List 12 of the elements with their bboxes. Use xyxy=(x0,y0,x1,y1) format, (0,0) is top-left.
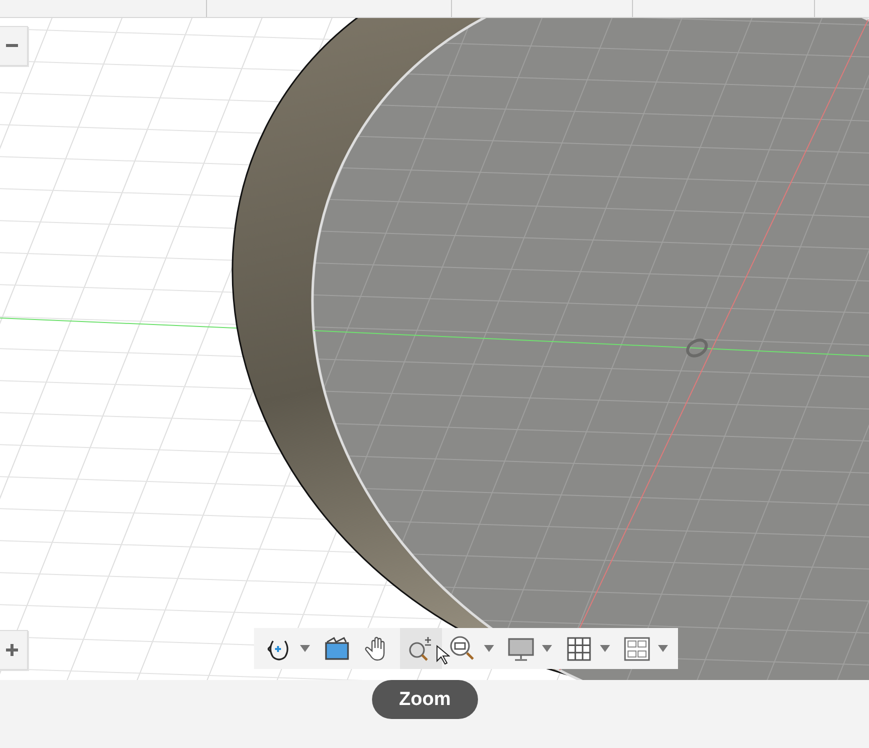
caret-icon xyxy=(300,645,310,652)
zoom-tool-button[interactable] xyxy=(400,628,442,669)
tooltip: Zoom xyxy=(372,680,478,719)
collapse-button[interactable] xyxy=(0,26,28,66)
caret-icon xyxy=(542,645,552,652)
cursor-icon xyxy=(436,645,450,665)
expand-button[interactable] xyxy=(0,630,28,670)
caret-icon xyxy=(658,645,668,652)
caret-icon xyxy=(600,645,610,652)
caret-icon xyxy=(484,645,494,652)
plus-icon xyxy=(6,644,18,656)
minus-icon xyxy=(6,44,18,48)
